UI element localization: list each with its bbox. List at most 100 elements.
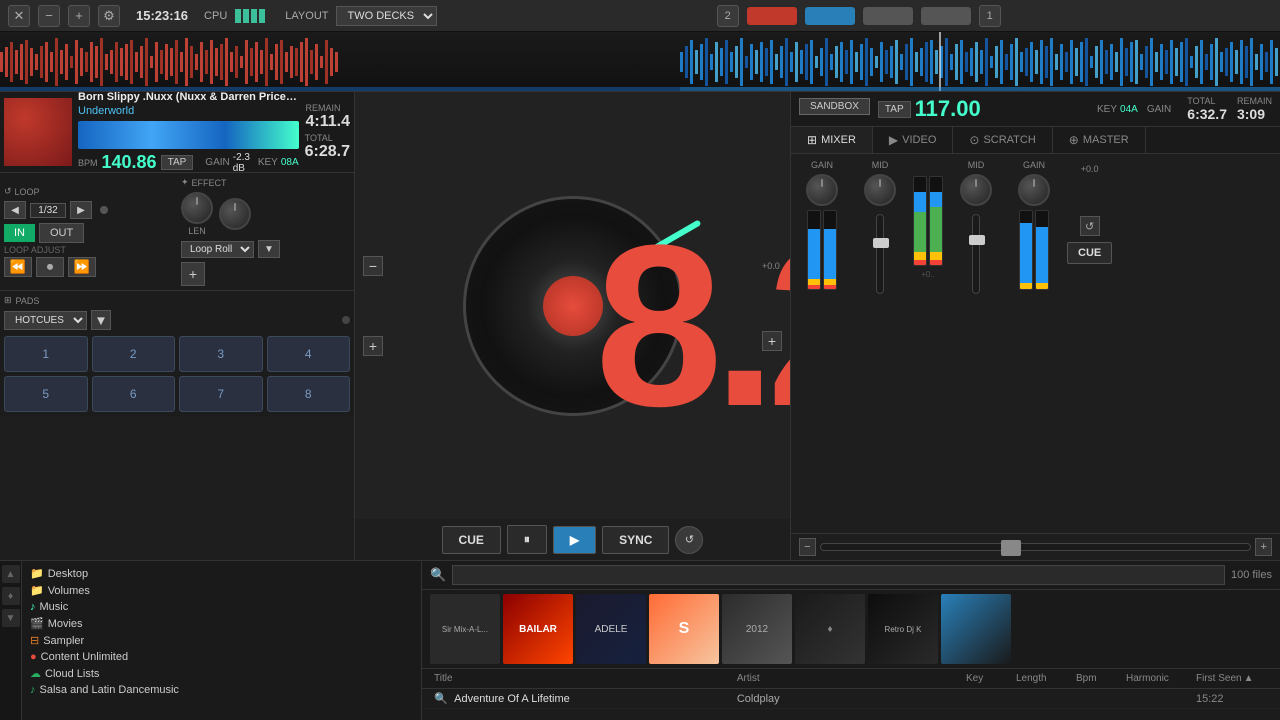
sync-button[interactable]: SYNC	[602, 526, 669, 554]
tab-master[interactable]: ⊕ MASTER	[1053, 127, 1146, 153]
album-thumb-1[interactable]: Sir Mix-A-L...	[430, 594, 500, 664]
pad-5[interactable]: 5	[4, 376, 88, 412]
pads-mode-arrow[interactable]: ▼	[91, 310, 111, 330]
mid-knob-left[interactable]	[864, 174, 896, 206]
effect-type-select[interactable]: Loop Roll	[181, 241, 254, 258]
loop-icon-button[interactable]: ↺	[675, 526, 703, 554]
waveform-overview[interactable]	[0, 32, 1280, 92]
folder-icon: 🎬	[30, 617, 44, 630]
loop-adj-back-button[interactable]: ⏪	[4, 257, 32, 277]
deck-plus-left[interactable]: +	[363, 336, 383, 356]
tree-item-desktop[interactable]: 📁 Desktop	[22, 565, 421, 582]
col-first-seen[interactable]: First Seen ▲	[1192, 671, 1272, 686]
fader-handle-right[interactable]	[969, 235, 985, 245]
tap-button[interactable]: TAP	[161, 155, 194, 170]
bottom-section: ▲ ♦ ▼ 📁 Desktop 📁 Volumes ♪ Music 🎬 Movi…	[0, 560, 1280, 720]
tree-item-sampler[interactable]: ⊟ Sampler	[22, 632, 421, 649]
eq-btn-blue[interactable]	[805, 7, 855, 25]
search-input[interactable]	[452, 565, 1225, 585]
right-cue-button[interactable]: CUE	[1067, 242, 1112, 264]
deck-minus-left[interactable]: −	[363, 256, 383, 276]
right-key-label: KEY	[1097, 104, 1117, 115]
settings-button[interactable]: ⚙	[98, 5, 120, 27]
eq-btn-gray2[interactable]	[921, 7, 971, 25]
tab-mixer[interactable]: ⊞ MIXER	[791, 127, 873, 153]
pads-label: ⊞PADS	[4, 295, 350, 306]
col-bpm[interactable]: Bpm	[1072, 671, 1122, 686]
pad-6[interactable]: 6	[92, 376, 176, 412]
track-bpm-cell	[1072, 698, 1122, 700]
sidebar-icon-1[interactable]: ▲	[2, 565, 20, 583]
col-title[interactable]: Title	[430, 671, 733, 686]
crossfader-minus[interactable]: −	[799, 538, 816, 556]
add-effect-button[interactable]: +	[181, 262, 205, 286]
tree-item-music[interactable]: ♪ Music	[22, 599, 421, 615]
tree-item-content-unlimited[interactable]: ● Content Unlimited	[22, 649, 421, 665]
crossfader-track[interactable]	[820, 543, 1252, 551]
track-waveform-mini[interactable]	[78, 121, 299, 149]
crossfader-plus[interactable]: +	[1255, 538, 1272, 556]
album-thumb-5[interactable]: 2012	[722, 594, 792, 664]
loop-adj-forward-button[interactable]: ⏩	[68, 257, 96, 277]
sidebar-icon-2[interactable]: ♦	[2, 587, 20, 605]
close-button[interactable]: ✕	[8, 5, 30, 27]
pad-2[interactable]: 2	[92, 336, 176, 372]
loop-adj-loop-button[interactable]: ⏺	[36, 257, 64, 277]
tree-item-cloud-lists[interactable]: ☁ Cloud Lists	[22, 665, 421, 682]
expand-button[interactable]: +	[68, 5, 90, 27]
cue-button[interactable]: CUE	[442, 526, 501, 554]
album-thumb-3[interactable]: ADELE	[576, 594, 646, 664]
col-harmonic[interactable]: Harmonic	[1122, 671, 1192, 686]
mid-knob-right[interactable]	[960, 174, 992, 206]
minimize-button[interactable]: −	[38, 5, 60, 27]
crossfader-handle[interactable]	[1001, 540, 1021, 556]
album-thumb-4[interactable]: S	[649, 594, 719, 664]
col-key[interactable]: Key	[962, 671, 1012, 686]
right-key-gain: KEY 04A GAIN	[1097, 104, 1171, 115]
center-channel: +0..	[913, 160, 943, 527]
deck-plus-right[interactable]: +	[762, 331, 782, 351]
pad-1[interactable]: 1	[4, 336, 88, 372]
tree-item-volumes[interactable]: 📁 Volumes	[22, 582, 421, 599]
sandbox-button[interactable]: SANDBOX	[799, 98, 870, 115]
pad-8[interactable]: 8	[267, 376, 351, 412]
album-thumb-2[interactable]: BAILAR	[503, 594, 573, 664]
turntable[interactable]	[463, 196, 683, 416]
album-thumb-6[interactable]: ♦	[795, 594, 865, 664]
sidebar-icon-3[interactable]: ▼	[2, 609, 20, 627]
col-artist[interactable]: Artist	[733, 671, 962, 686]
pause-button[interactable]: ⏸	[507, 525, 547, 554]
effect-options-button[interactable]: ▼	[258, 240, 280, 258]
tree-item-movies[interactable]: 🎬 Movies	[22, 615, 421, 632]
gain-knob-left[interactable]	[806, 174, 838, 206]
loop-out-button[interactable]: OUT	[39, 223, 84, 243]
tree-item-salsa[interactable]: ♪ Salsa and Latin Dancemusic	[22, 682, 421, 698]
right-tap-button[interactable]: TAP	[878, 101, 911, 118]
col-length[interactable]: Length	[1012, 671, 1072, 686]
track-key-cell	[962, 698, 1012, 700]
tab-scratch[interactable]: ⊙ SCRATCH	[953, 127, 1052, 153]
loop-prev-button[interactable]: ◀	[4, 201, 26, 219]
pads-mode-row: HOTCUES ▼	[4, 310, 350, 330]
fader-left[interactable]	[876, 214, 884, 294]
effect-len-knob[interactable]	[181, 192, 213, 224]
pad-7[interactable]: 7	[179, 376, 263, 412]
fader-right[interactable]	[972, 214, 980, 294]
layout-select[interactable]: TWO DECKS	[336, 6, 437, 26]
eq-btn-red[interactable]	[747, 7, 797, 25]
eq-btn-gray[interactable]	[863, 7, 913, 25]
loop-next-button[interactable]: ▶	[70, 201, 92, 219]
album-thumb-7[interactable]: Retro Dj K	[868, 594, 938, 664]
fader-handle-left[interactable]	[873, 238, 889, 248]
loop-in-button[interactable]: IN	[4, 224, 35, 242]
table-row[interactable]: 🔍 Adventure Of A Lifetime Coldplay 15:22	[422, 689, 1280, 709]
pad-4[interactable]: 4	[267, 336, 351, 372]
pads-mode-select[interactable]: HOTCUES	[4, 311, 87, 330]
effect-knob2[interactable]	[219, 198, 251, 230]
album-thumb-8[interactable]	[941, 594, 1011, 664]
play-button[interactable]: ▶	[553, 526, 596, 554]
pad-3[interactable]: 3	[179, 336, 263, 372]
right-spin-button[interactable]: ↺	[1080, 216, 1100, 236]
gain-knob-right[interactable]	[1018, 174, 1050, 206]
tab-video[interactable]: ▶ VIDEO	[873, 127, 953, 153]
